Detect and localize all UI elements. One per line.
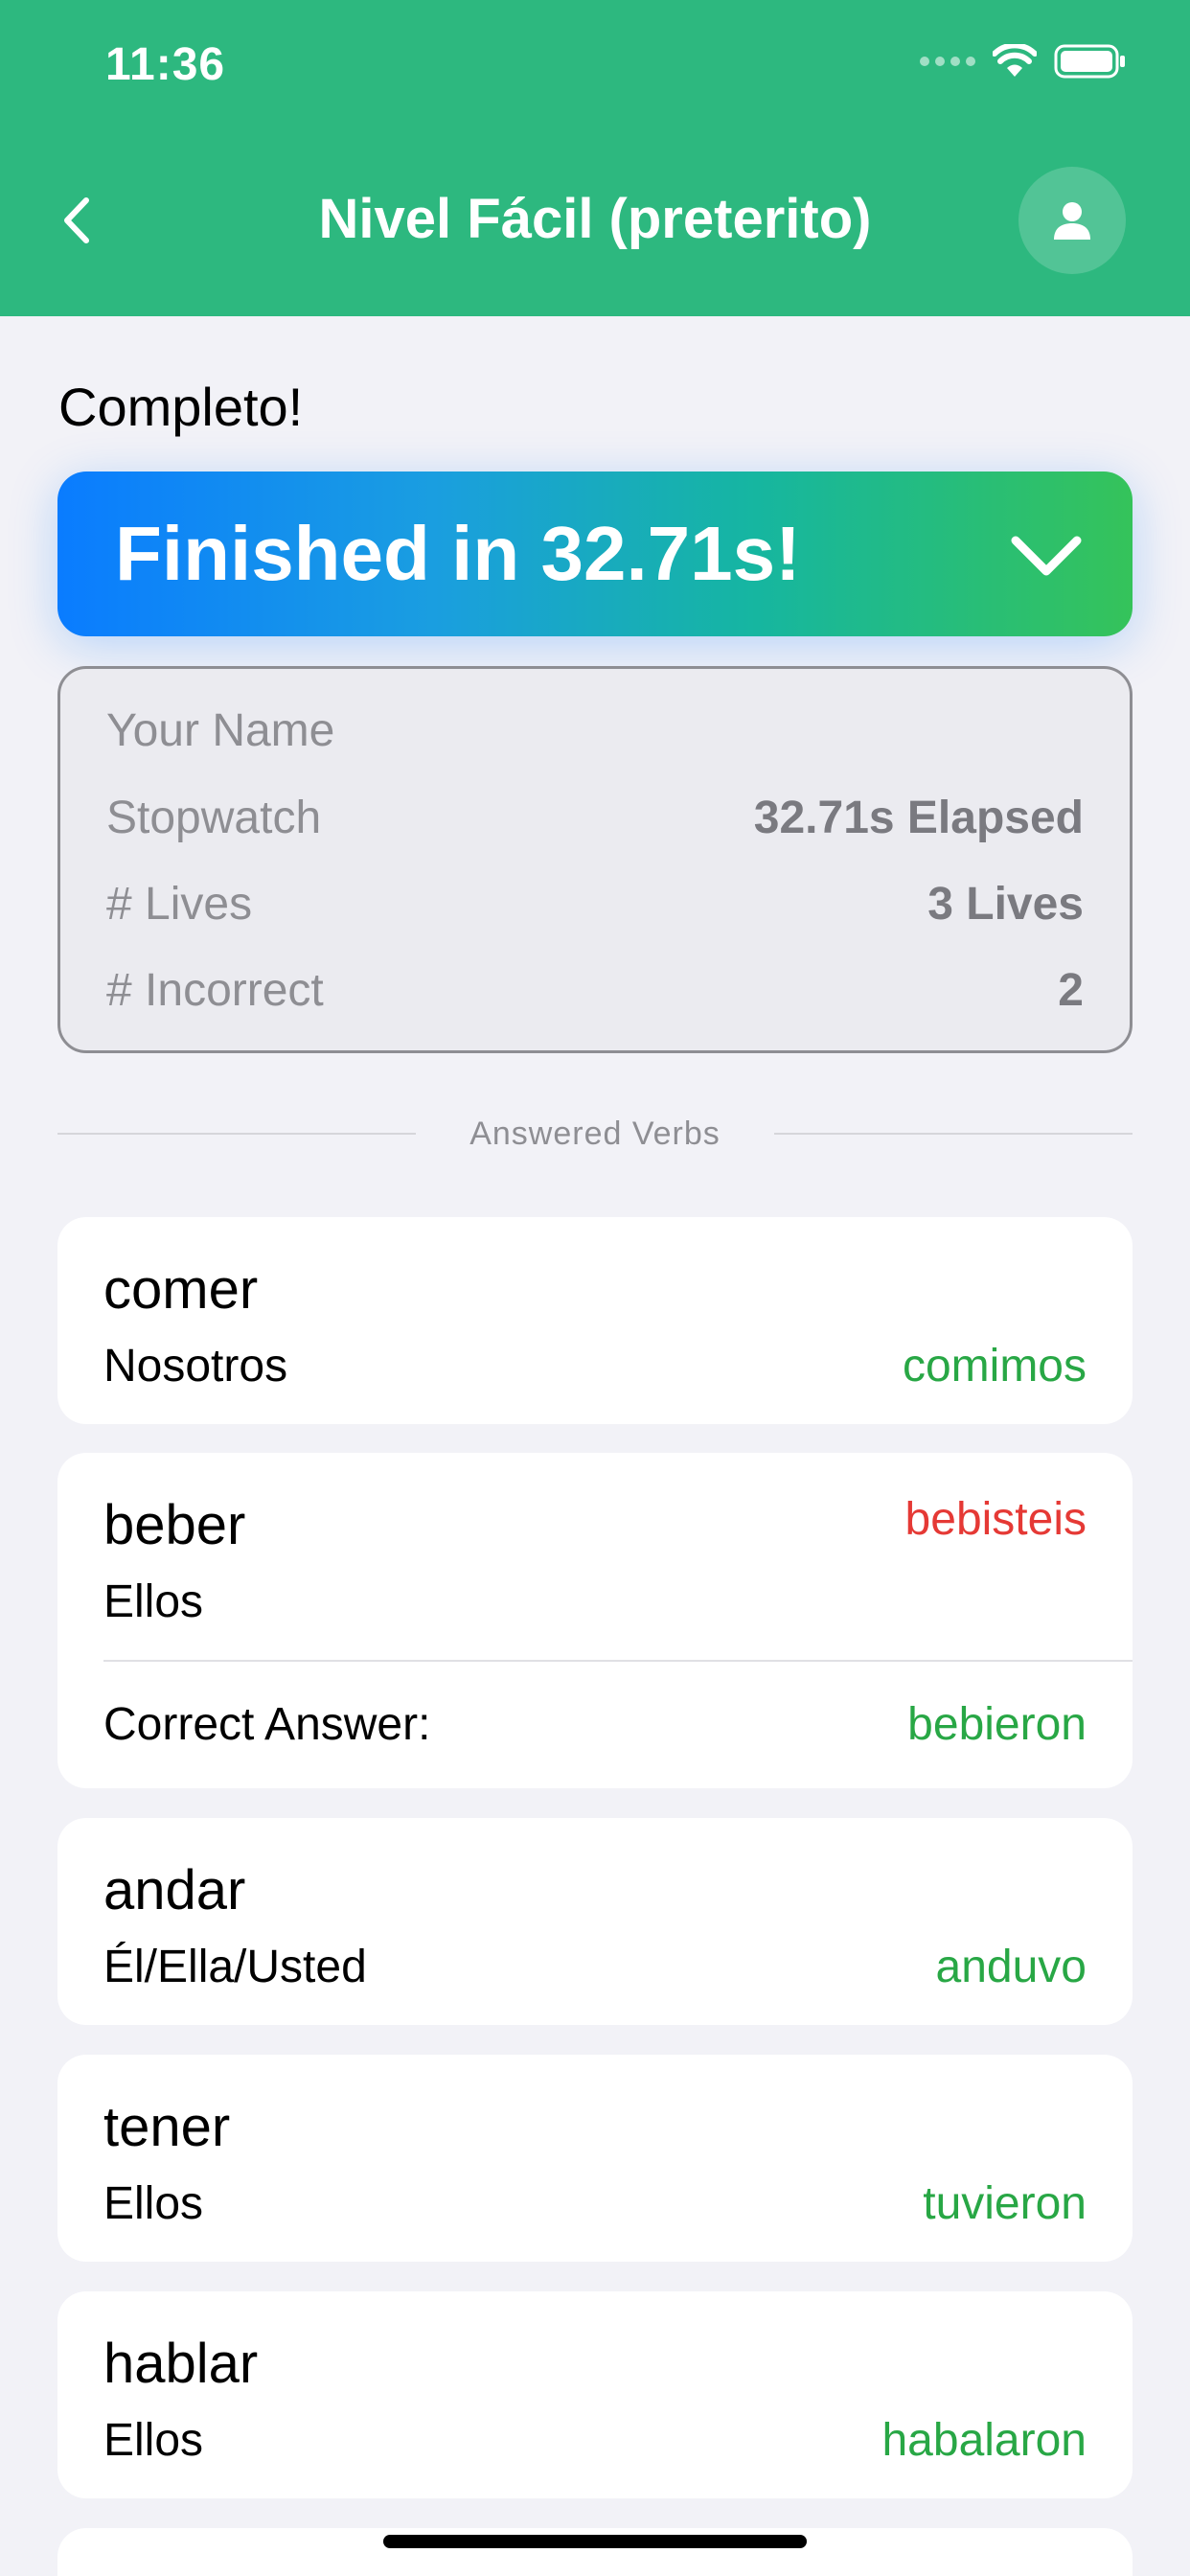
chevron-down-icon: [1011, 536, 1082, 576]
correct-answer-value: bebieron: [907, 1699, 1087, 1750]
finished-banner[interactable]: Finished in 32.71s!: [57, 472, 1133, 636]
verb-answer: anduvo: [935, 1942, 1087, 1992]
lives-row: # Lives 3 Lives: [106, 878, 1084, 935]
status-icons: [920, 44, 1127, 79]
name-field[interactable]: [106, 700, 1084, 761]
verb-answer: bebisteis: [904, 1494, 1087, 1545]
verb-pronoun: Ellos: [103, 2178, 204, 2229]
verb-card: hablar Ellos habalaron: [57, 2291, 1133, 2498]
divider-line-right: [774, 1133, 1133, 1135]
stopwatch-row: Stopwatch 32.71s Elapsed: [106, 792, 1084, 849]
incorrect-value: 2: [1058, 965, 1084, 1016]
verb-card: comer Nosotros comimos: [57, 1217, 1133, 1424]
verb-pronoun: Ellos: [103, 2415, 204, 2466]
verb-card: beber bebisteis Ellos Correct Answer: be…: [57, 1453, 1133, 1788]
verb-name: tener: [103, 2096, 231, 2158]
page-title: Nivel Fácil (preterito): [318, 188, 872, 250]
status-time: 11:36: [105, 39, 226, 90]
home-indicator[interactable]: [383, 2535, 807, 2548]
incorrect-row: # Incorrect 2: [106, 964, 1084, 1022]
finished-text: Finished in 32.71s!: [115, 511, 801, 596]
battery-icon: [1054, 44, 1127, 79]
correct-answer-label: Correct Answer:: [103, 1699, 431, 1750]
verb-name: hablar: [103, 2333, 259, 2395]
verb-name: comer: [103, 1258, 259, 1321]
verb-answer: tuvieron: [923, 2178, 1087, 2229]
name-row: [106, 700, 1084, 763]
verb-pronoun: Nosotros: [103, 1341, 288, 1392]
stopwatch-label: Stopwatch: [106, 793, 322, 843]
nav-header: 11:36 Nivel Fácil (preterito): [0, 0, 1190, 316]
lives-label: # Lives: [106, 879, 253, 930]
section-title: Completo!: [58, 377, 304, 437]
person-icon: [1054, 202, 1090, 240]
verb-answer: comimos: [902, 1341, 1087, 1392]
verb-name: beber: [103, 1494, 246, 1556]
card-divider: [103, 1660, 1133, 1662]
stopwatch-value: 32.71s Elapsed: [753, 793, 1084, 843]
answered-verbs-divider: Answered Verbs: [57, 1114, 1133, 1152]
profile-button[interactable]: [1018, 167, 1126, 274]
verb-card: andar Él/Ella/Usted anduvo: [57, 1818, 1133, 2025]
verb-card: tener Ellos tuvieron: [57, 2055, 1133, 2262]
stats-card: Stopwatch 32.71s Elapsed # Lives 3 Lives…: [57, 666, 1133, 1053]
verb-answer: habalaron: [881, 2415, 1087, 2466]
signal-icon: [920, 57, 975, 66]
verb-pronoun: Ellos: [103, 1576, 204, 1627]
incorrect-label: # Incorrect: [106, 965, 324, 1016]
verb-pronoun: Él/Ella/Usted: [103, 1942, 367, 1992]
verb-name: andar: [103, 1859, 246, 1921]
wifi-icon: [993, 44, 1037, 79]
lives-value: 3 Lives: [927, 879, 1084, 930]
app-screen: 11:36 Nivel Fácil (preterito) Completo! …: [0, 0, 1190, 2576]
